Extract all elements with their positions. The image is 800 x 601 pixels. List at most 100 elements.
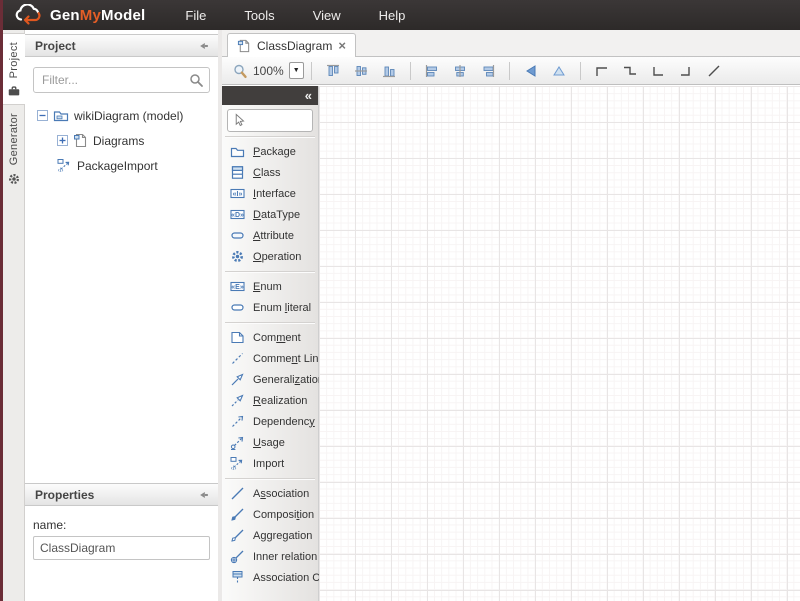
- palette-tool-label: Association: [253, 488, 309, 500]
- comment-icon: [230, 330, 245, 345]
- align-bottom-button[interactable]: [377, 59, 401, 83]
- realization-icon: [230, 393, 245, 408]
- logo-text: GenMyModel: [50, 7, 145, 24]
- palette-tool-label: Class: [253, 167, 281, 179]
- align-right-button[interactable]: [476, 59, 500, 83]
- workarea: « Package Class «I»Interface«D»DataTypeAtt…: [222, 86, 800, 601]
- align-left-button[interactable]: [420, 59, 444, 83]
- palette-tool-label: Package: [253, 146, 296, 158]
- palette-tool-label: Generalization: [253, 374, 324, 386]
- sidebar-tab-label: Generator: [8, 113, 20, 165]
- menu-file[interactable]: File: [173, 2, 218, 29]
- project-panel-header: Project: [25, 34, 218, 57]
- align-center-button[interactable]: [448, 59, 472, 83]
- palette-tool-enum-literal[interactable]: Enum literal: [222, 297, 318, 318]
- palette-tool-datatype[interactable]: «D»DataType: [222, 204, 318, 225]
- side-tab-strip: Project Generator: [3, 30, 25, 601]
- genmymodel-logo: GenMyModel: [14, 4, 145, 26]
- route-straight-button[interactable]: [702, 59, 726, 83]
- association-class-icon: [230, 570, 245, 585]
- briefcase-icon: [7, 84, 21, 98]
- palette-tool-class[interactable]: Class: [222, 162, 318, 183]
- class-icon: [230, 165, 245, 180]
- enum-literal-icon: [230, 300, 245, 315]
- palette-tool-label: Usage: [253, 437, 285, 449]
- palette-separator: [225, 136, 315, 137]
- palette-tool-label: Enum literal: [253, 302, 311, 314]
- palette-tool-realization[interactable]: Realization: [222, 390, 318, 411]
- route-step-down-button[interactable]: [618, 59, 642, 83]
- collapse-panel-icon[interactable]: [198, 489, 210, 501]
- generalization-icon: [230, 372, 245, 387]
- sidebar-tab-project[interactable]: Project: [3, 33, 25, 105]
- palette-tool-interface[interactable]: «I»Interface: [222, 183, 318, 204]
- close-tab-icon[interactable]: ×: [338, 39, 346, 52]
- palette-tool-composition[interactable]: Composition: [222, 504, 318, 525]
- toolbar-groups: [304, 59, 728, 83]
- left-panel-column: Project wikiDiagram (model) Diagrams‹I›Pa…: [25, 30, 218, 601]
- route-step-up-icon: [594, 63, 610, 79]
- palette-tool-usage[interactable]: Usage: [222, 432, 318, 453]
- palette-tool-enum[interactable]: «E»Enum: [222, 276, 318, 297]
- diagram-canvas[interactable]: [319, 86, 800, 601]
- selection-tool-button[interactable]: [227, 109, 313, 132]
- toolbar-separator: [410, 62, 411, 80]
- palette-separator: [225, 322, 315, 323]
- palette-tool-generalization[interactable]: Generalization: [222, 369, 318, 390]
- tree-item-diagrams[interactable]: Diagrams: [25, 128, 218, 153]
- menu-help[interactable]: Help: [367, 2, 418, 29]
- palette-tool-attribute[interactable]: Attribute: [222, 225, 318, 246]
- editor-area: ClassDiagram × 100% ▼ «: [222, 30, 800, 601]
- palette-tool-association[interactable]: Association: [222, 483, 318, 504]
- expand-node-icon[interactable]: [57, 135, 68, 146]
- palette-tool-aggregation[interactable]: Aggregation: [222, 525, 318, 546]
- inner-relation-icon: [230, 549, 245, 564]
- palette-tool-operation[interactable]: Operation: [222, 246, 318, 267]
- flip-horizontal-icon: [523, 63, 539, 79]
- palette-tool-import[interactable]: ‹I›Import: [222, 453, 318, 474]
- flip-vertical-icon: [551, 63, 567, 79]
- diagram-page-icon: [237, 39, 251, 53]
- tree-item-wikidiagram-model[interactable]: wikiDiagram (model): [25, 103, 218, 128]
- tree-item-label: wikiDiagram (model): [74, 109, 183, 123]
- name-field[interactable]: [33, 536, 210, 560]
- filter-input[interactable]: [33, 67, 210, 93]
- palette-tool-inner-relation[interactable]: Inner relation: [222, 546, 318, 567]
- palette-tool-package[interactable]: Package: [222, 141, 318, 162]
- collapse-node-icon[interactable]: [37, 110, 48, 121]
- svg-text:‹I›: ‹I›: [58, 168, 64, 173]
- aggregation-icon: [230, 528, 245, 543]
- svg-text:‹I›: ‹I›: [231, 466, 237, 471]
- properties-body: name:: [25, 512, 218, 560]
- cursor-icon: [232, 113, 247, 128]
- route-corner-right-button[interactable]: [674, 59, 698, 83]
- comment-link-icon: [230, 351, 245, 366]
- zoom-dropdown-button[interactable]: ▼: [289, 62, 304, 79]
- sidebar-tab-generator[interactable]: Generator: [3, 105, 25, 191]
- menu-tools[interactable]: Tools: [232, 2, 286, 29]
- filter-wrap: [33, 67, 210, 93]
- tab-classdiagram[interactable]: ClassDiagram ×: [227, 33, 356, 57]
- flip-horizontal-button[interactable]: [519, 59, 543, 83]
- palette-tool-association-cl[interactable]: Association Cl...: [222, 567, 318, 588]
- palette-tool-comment-link[interactable]: Comment Link: [222, 348, 318, 369]
- route-corner-left-button[interactable]: [646, 59, 670, 83]
- document-tabstrip: ClassDiagram ×: [222, 30, 800, 57]
- align-middle-icon: [353, 63, 369, 79]
- palette-tool-comment[interactable]: Comment: [222, 327, 318, 348]
- search-icon: [188, 72, 204, 88]
- collapse-palette-button[interactable]: «: [305, 89, 311, 102]
- collapse-panel-icon[interactable]: [198, 40, 210, 52]
- zoom-control[interactable]: 100% ▼: [232, 62, 304, 79]
- palette-tool-dependency[interactable]: Dependency: [222, 411, 318, 432]
- enum-icon: «E»: [230, 279, 245, 294]
- tree-item-packageimport[interactable]: ‹I›PackageImport: [25, 153, 218, 178]
- import-icon: ‹I›: [230, 456, 245, 471]
- zoom-level-value: 100%: [253, 64, 284, 78]
- flip-vertical-button[interactable]: [547, 59, 571, 83]
- align-middle-button[interactable]: [349, 59, 373, 83]
- route-step-up-button[interactable]: [590, 59, 614, 83]
- route-straight-icon: [706, 63, 722, 79]
- align-top-button[interactable]: [321, 59, 345, 83]
- menu-view[interactable]: View: [301, 2, 353, 29]
